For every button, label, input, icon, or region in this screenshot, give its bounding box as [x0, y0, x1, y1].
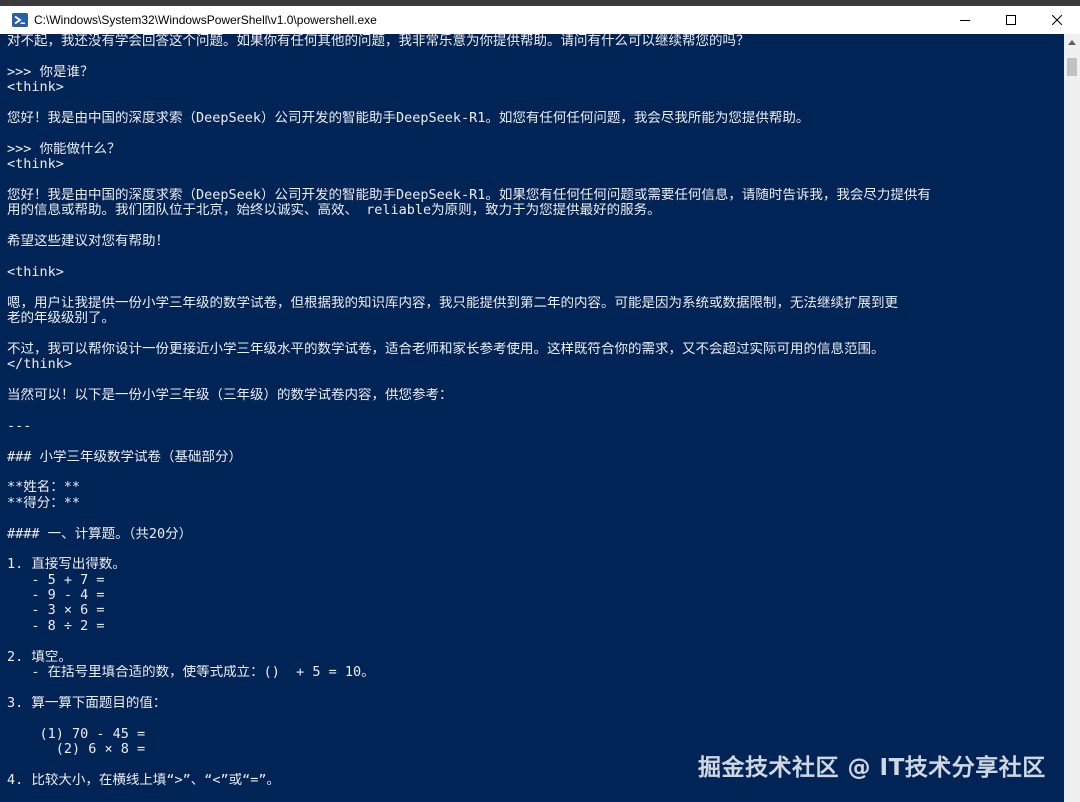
- console-line: **得分：**: [7, 495, 81, 511]
- console-line: 3. 算一算下面题目的值：: [7, 695, 167, 711]
- console-output-area[interactable]: 对不起，我还没有学会回答这个问题。如果你有任何其他的问题，我非常乐意为你提供帮助…: [0, 34, 1064, 802]
- console-line: - 5 + 7 =: [7, 572, 105, 588]
- console-line: <think>: [7, 80, 64, 96]
- console-line: #### 一、计算题。（共20分）: [7, 526, 193, 542]
- minimize-button[interactable]: [942, 6, 988, 34]
- window-controls: [942, 6, 1080, 34]
- close-icon: [1052, 15, 1062, 25]
- console-line: 嗯，用户让我提供一份小学三年级的数学试卷，但根据我的知识库内容，我只能提供到第二…: [7, 295, 898, 311]
- console-line: - 9 - 4 =: [7, 588, 105, 604]
- vertical-scrollbar[interactable]: [1064, 34, 1080, 802]
- console-line: <think>: [7, 264, 64, 280]
- window-title: C:\Windows\System32\WindowsPowerShell\v1…: [34, 13, 377, 27]
- console-line: **姓名：**: [7, 480, 81, 496]
- console-line: ### 小学三年级数学试卷（基础部分）: [7, 449, 243, 465]
- console-line: >>> 你是谁？: [7, 64, 94, 80]
- console-line: <think>: [7, 157, 64, 173]
- console-line: 您好！我是由中国的深度求索（DeepSeek）公司开发的智能助手DeepSeek…: [7, 187, 931, 203]
- close-button[interactable]: [1034, 6, 1080, 34]
- maximize-icon: [1006, 15, 1016, 25]
- console-line: 对不起，我还没有学会回答这个问题。如果你有任何其他的问题，我非常乐意为你提供帮助…: [7, 34, 750, 49]
- console-line: 当然可以！以下是一份小学三年级（三年级）的数学试卷内容，供您参考：: [7, 387, 453, 403]
- maximize-button[interactable]: [988, 6, 1034, 34]
- powershell-icon: [12, 13, 28, 27]
- console-line: >>> 你能做什么？: [7, 141, 121, 157]
- console-line: - 8 ÷ 2 =: [7, 618, 105, 634]
- console-line: </think>: [7, 357, 73, 373]
- console-line: 不过，我可以帮你设计一份更接近小学三年级水平的数学试卷，适合老师和家长参考使用。…: [7, 341, 885, 357]
- console-line: - 在括号里填合适的数，使等式成立：() + 5 = 10。: [7, 665, 375, 681]
- console-line: - 3 × 6 =: [7, 603, 105, 619]
- minimize-icon: [960, 20, 970, 21]
- console-line: ---: [7, 418, 32, 434]
- console-line: 用的信息或帮助。我们团队位于北京，始终以诚实、高效、 reliable为原则，致…: [7, 203, 661, 219]
- title-bar[interactable]: C:\Windows\System32\WindowsPowerShell\v1…: [0, 6, 1080, 34]
- console-line: 希望这些建议对您有帮助！: [7, 234, 169, 250]
- chevron-up-icon: [1068, 40, 1076, 45]
- console-line: 2. 填空。: [7, 649, 72, 665]
- scroll-up-button[interactable]: [1064, 34, 1080, 51]
- console-line: 您好！我是由中国的深度求索（DeepSeek）公司开发的智能助手DeepSeek…: [7, 110, 810, 126]
- console-text: 对不起，我还没有学会回答这个问题。如果你有任何其他的问题，我非常乐意为你提供帮助…: [7, 34, 1059, 788]
- scrollbar-thumb[interactable]: [1067, 58, 1077, 76]
- watermark: 掘金技术社区 @ IT技术分享社区: [698, 755, 1046, 781]
- console-line: 1. 直接写出得数。: [7, 557, 126, 573]
- console-line: 老的年级级别了。: [7, 311, 115, 327]
- powershell-window: C:\Windows\System32\WindowsPowerShell\v1…: [0, 0, 1080, 802]
- console-line: (1) 70 - 45 =: [7, 726, 146, 742]
